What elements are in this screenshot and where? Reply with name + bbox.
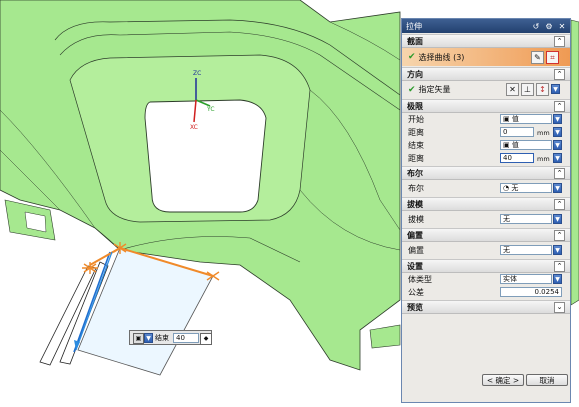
section-header-boolean[interactable]: 布尔 ⌃	[402, 166, 570, 180]
reset-icon[interactable]: ↺	[531, 21, 541, 31]
offset-select[interactable]: 无	[500, 245, 552, 255]
specify-vector-row[interactable]: ✔ 指定矢量 ✕ ⊥ ↕ ▼	[402, 81, 570, 98]
chevron-up-icon[interactable]: ⌃	[554, 101, 565, 112]
section-title: 截面	[407, 36, 423, 46]
chevron-up-icon[interactable]: ⌃	[554, 261, 565, 272]
chevron-down-icon[interactable]: ▼	[553, 245, 562, 255]
start-distance-input[interactable]: 0	[500, 127, 534, 137]
tolerance-row: 公差 0.0254	[402, 286, 570, 299]
chevron-down-icon[interactable]: ▼	[144, 333, 153, 343]
end-distance-label: 距离	[408, 154, 424, 163]
dialog-titlebar[interactable]: 拉伸 ↺ ⚙ ✕	[402, 19, 570, 33]
end-label: 结束	[155, 334, 169, 342]
body-type-label: 体类型	[408, 275, 432, 284]
tolerance-label: 公差	[408, 288, 424, 297]
cube-icon[interactable]: ▣	[133, 333, 144, 344]
chevron-down-icon[interactable]: ▼	[553, 127, 562, 137]
dialog-title: 拉伸	[406, 21, 422, 31]
draft-row: 拔模 无 ▼	[402, 211, 570, 227]
end-distance-input[interactable]: 40	[500, 153, 534, 163]
offset-row: 偏置 无 ▼	[402, 242, 570, 258]
chevron-up-icon[interactable]: ⌃	[554, 199, 565, 210]
start-row: 开始 ▣ 值 ▼	[402, 113, 570, 126]
section-header-direction[interactable]: 方向 ⌃	[402, 67, 570, 81]
direction-title: 方向	[407, 69, 423, 79]
start-distance-label: 距离	[408, 128, 424, 137]
chevron-down-icon[interactable]: ▼	[553, 140, 562, 150]
xc-axis-label: XC	[190, 124, 198, 131]
chevron-down-icon[interactable]: ▼	[553, 214, 562, 224]
end-type-select[interactable]: ▣ 值	[500, 140, 552, 150]
ok-button[interactable]: < 确定 >	[482, 374, 524, 386]
section-header-preview[interactable]: 预览 ⌄	[402, 300, 570, 314]
gear-icon[interactable]: ⚙	[544, 21, 554, 31]
start-type-select[interactable]: ▣ 值	[500, 114, 552, 124]
sketch-icon[interactable]: ✎	[531, 51, 544, 64]
chevron-up-icon[interactable]: ⌃	[554, 230, 565, 241]
cube-icon: ▣	[503, 115, 512, 123]
draft-title: 拔模	[407, 199, 423, 209]
preview-title: 预览	[407, 302, 423, 312]
end-distance-row: 距离 40 mm ▼	[402, 152, 570, 165]
select-curve-label: 选择曲线 (3)	[418, 52, 465, 62]
limits-title: 极限	[407, 101, 423, 111]
boolean-row: 布尔 ◔ 无 ▼	[402, 180, 570, 196]
chevron-up-icon[interactable]: ⌃	[554, 36, 565, 47]
start-unit: mm	[537, 129, 550, 137]
end-unit: mm	[537, 155, 550, 163]
chevron-down-icon[interactable]: ▼	[553, 183, 562, 193]
start-distance-row: 距离 0 mm ▼	[402, 126, 570, 139]
draft-label: 拔模	[408, 214, 424, 224]
chevron-down-icon[interactable]: ▼	[553, 114, 562, 124]
offset-title: 偏置	[407, 230, 423, 240]
section-header-draft[interactable]: 拔模 ⌃	[402, 197, 570, 211]
body-type-select[interactable]: 实体	[500, 274, 552, 284]
draft-select[interactable]: 无	[500, 214, 552, 224]
boolean-select[interactable]: ◔ 无	[500, 183, 552, 193]
section-header-settings[interactable]: 设置 ⌃	[402, 259, 570, 273]
reverse-direction-icon[interactable]: ✕	[506, 83, 519, 96]
boolean-label: 布尔	[408, 183, 424, 193]
chevron-up-icon[interactable]: ⌃	[554, 168, 565, 179]
zc-axis-label: ZC	[193, 70, 202, 77]
end-row: 结束 ▣ 值 ▼	[402, 139, 570, 152]
body-type-row: 体类型 实体 ▼	[402, 273, 570, 286]
cube-icon: ▣	[503, 141, 512, 149]
chevron-down-icon[interactable]: ▼	[551, 84, 560, 94]
settings-title: 设置	[407, 261, 423, 271]
start-type-value: 值	[511, 115, 519, 123]
section-header-offset[interactable]: 偏置 ⌃	[402, 228, 570, 242]
end-label: 结束	[408, 141, 424, 150]
part-hole	[144, 99, 267, 213]
check-icon: ✔	[408, 52, 416, 62]
extrude-dialog: 拉伸 ↺ ⚙ ✕ 截面 ⌃ ✔ 选择曲线 (3) ✎ ⌗ 方向 ⌃ ✔ 指定矢量…	[401, 18, 571, 403]
close-icon[interactable]: ✕	[557, 21, 567, 31]
section-header-section[interactable]: 截面 ⌃	[402, 34, 570, 48]
specify-vector-label: 指定矢量	[418, 85, 451, 94]
chevron-down-icon[interactable]: ▼	[553, 153, 562, 163]
boolean-value: 无	[511, 184, 519, 192]
boolean-title: 布尔	[407, 168, 423, 178]
spinner-icon[interactable]: ◆	[200, 333, 212, 345]
vector-type-icon[interactable]: ↕	[536, 83, 549, 96]
vector-dialog-icon[interactable]: ⊥	[521, 83, 534, 96]
start-label: 开始	[408, 115, 424, 124]
tolerance-input[interactable]: 0.0254	[500, 287, 562, 297]
select-curve-row[interactable]: ✔ 选择曲线 (3) ✎ ⌗	[402, 48, 570, 66]
chevron-down-icon[interactable]: ▼	[553, 274, 562, 284]
end-type-value: 值	[511, 141, 519, 149]
curve-select-icon[interactable]: ⌗	[546, 51, 559, 64]
end-distance-input[interactable]: 40	[173, 333, 199, 343]
offset-label: 偏置	[408, 245, 424, 255]
section-header-limits[interactable]: 极限 ⌃	[402, 99, 570, 113]
check-icon: ✔	[408, 84, 416, 95]
chevron-up-icon[interactable]: ⌃	[554, 69, 565, 80]
chevron-down-icon[interactable]: ⌄	[554, 302, 565, 313]
cancel-button[interactable]: 取消	[526, 374, 568, 386]
end-distance-handle-box[interactable]: ▣ ▼ 结束 40 ◆	[129, 330, 212, 345]
yc-axis-label: YC	[207, 106, 215, 113]
